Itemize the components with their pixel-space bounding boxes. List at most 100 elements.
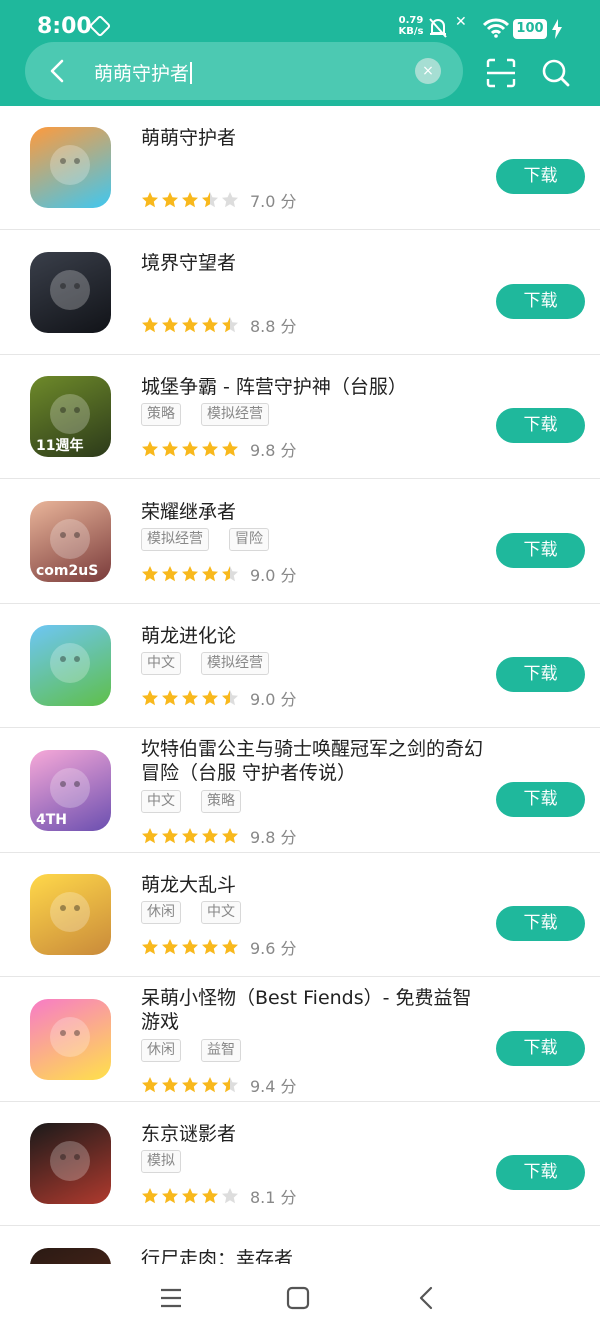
rating-stars bbox=[141, 938, 239, 956]
star-icon bbox=[162, 441, 178, 457]
list-item[interactable]: 行尸走肉：幸存者 bbox=[0, 1227, 600, 1265]
app-icon[interactable] bbox=[30, 874, 111, 955]
search-input[interactable]: 萌萌守护者 bbox=[94, 59, 193, 86]
star-icon bbox=[182, 565, 198, 581]
app-title[interactable]: 行尸走肉：幸存者 bbox=[141, 1247, 486, 1265]
app-title[interactable]: 坎特伯雷公主与骑士唤醒冠军之剑的奇幻冒险（台服 守护者传说） bbox=[141, 737, 486, 785]
app-icon[interactable] bbox=[30, 251, 111, 333]
category-tag[interactable]: 休闲 bbox=[141, 901, 181, 924]
category-tag[interactable]: 益智 bbox=[201, 1038, 241, 1062]
star-icon bbox=[222, 316, 238, 332]
category-tag[interactable]: 策略 bbox=[201, 789, 241, 813]
list-item[interactable]: 东京谜影者模拟 8.1 分 下载 bbox=[0, 1102, 600, 1226]
app-title[interactable]: 城堡争霸 - 阵营守护神（台服） bbox=[141, 375, 486, 399]
home-icon[interactable] bbox=[286, 1286, 310, 1310]
rating-stars bbox=[141, 1187, 239, 1205]
text-caret bbox=[190, 62, 193, 84]
star-icon bbox=[202, 316, 218, 332]
app-icon[interactable] bbox=[30, 625, 111, 706]
star-icon bbox=[162, 939, 178, 955]
category-tag[interactable]: 策略 bbox=[141, 403, 181, 426]
app-icon[interactable] bbox=[30, 1123, 111, 1204]
app-artwork bbox=[30, 1248, 111, 1265]
search-bar[interactable]: 萌萌守护者 × bbox=[25, 42, 463, 100]
download-button[interactable]: 下载 bbox=[496, 159, 585, 194]
app-title[interactable]: 萌萌守护者 bbox=[141, 126, 486, 150]
clear-icon[interactable]: × bbox=[415, 58, 441, 84]
nav-back-icon[interactable] bbox=[415, 1286, 439, 1310]
download-button[interactable]: 下载 bbox=[496, 283, 585, 319]
star-icon bbox=[202, 827, 218, 843]
category-tag[interactable]: 模拟经营 bbox=[141, 527, 209, 551]
star-icon bbox=[222, 1076, 238, 1092]
star-icon bbox=[222, 939, 238, 955]
app-title[interactable]: 东京谜影者 bbox=[141, 1122, 486, 1146]
download-button[interactable]: 下载 bbox=[496, 1155, 585, 1190]
list-item[interactable]: 境界守望者 8.8 分 下载 bbox=[0, 231, 600, 355]
download-button[interactable]: 下载 bbox=[496, 906, 585, 941]
category-tag[interactable]: 冒险 bbox=[229, 527, 269, 551]
menu-icon[interactable] bbox=[159, 1286, 183, 1310]
search-icon[interactable] bbox=[541, 58, 571, 88]
app-title[interactable]: 荣耀继承者 bbox=[141, 500, 486, 524]
rating-stars bbox=[141, 827, 239, 845]
list-item[interactable]: 萌龙大乱斗 休闲 中文 9.6 分 下载 bbox=[0, 853, 600, 977]
list-item[interactable]: 11週年 城堡争霸 - 阵营守护神（台服） 策略 模拟经营 9.8 分 下载 bbox=[0, 355, 600, 479]
app-title[interactable]: 呆萌小怪物（Best Fiends）- 免费益智游戏 bbox=[141, 986, 486, 1034]
app-artwork bbox=[50, 269, 90, 310]
icon-badge-text: 4TH bbox=[36, 812, 67, 828]
result-list[interactable]: 萌萌守护者 7.0 分下载 境界守望者 8.8 分下载 11週年 城堡争霸 - 阵营守护神… bbox=[0, 106, 600, 1264]
header: 8:00 0.79 KB/s ✕ 100 萌萌守护者 × bbox=[0, 0, 600, 106]
app-artwork bbox=[50, 145, 90, 185]
star-icon bbox=[182, 441, 198, 457]
star-icon bbox=[202, 939, 218, 955]
rating-stars bbox=[141, 1076, 239, 1094]
app-title[interactable]: 境界守望者 bbox=[141, 251, 486, 275]
star-icon bbox=[162, 690, 178, 706]
list-item[interactable]: 萌萌守护者 7.0 分 下载 bbox=[0, 106, 600, 230]
icon-badge-text: 11週年 bbox=[36, 437, 83, 454]
rating-stars bbox=[141, 440, 239, 458]
app-icon[interactable] bbox=[30, 127, 111, 208]
tag-list: 休闲 益智 bbox=[141, 1038, 241, 1062]
app-title[interactable]: 萌龙大乱斗 bbox=[141, 873, 486, 897]
star-icon bbox=[162, 1188, 178, 1204]
category-tag[interactable]: 中文 bbox=[141, 652, 181, 675]
back-icon[interactable] bbox=[43, 56, 73, 86]
app-icon[interactable]: com2uS bbox=[30, 500, 111, 582]
category-tag[interactable]: 中文 bbox=[141, 789, 181, 813]
star-icon bbox=[142, 827, 158, 843]
app-title[interactable]: 萌龙进化论 bbox=[141, 624, 486, 648]
rating: 8.1 分 bbox=[141, 1184, 297, 1208]
rating-stars bbox=[141, 565, 239, 583]
star-icon bbox=[142, 441, 158, 457]
download-button[interactable]: 下载 bbox=[496, 781, 585, 817]
category-tag[interactable]: 模拟经营 bbox=[201, 652, 269, 675]
category-tag[interactable]: 模拟 bbox=[141, 1150, 181, 1173]
download-button[interactable]: 下载 bbox=[496, 532, 585, 568]
download-button[interactable]: 下载 bbox=[496, 1030, 585, 1066]
scan-icon[interactable] bbox=[486, 58, 516, 88]
list-item[interactable]: 呆萌小怪物（Best Fiends）- 免费益智游戏 休闲 益智 9.4 分 下载 bbox=[0, 978, 600, 1102]
star-icon bbox=[142, 192, 158, 208]
app-icon[interactable]: 11週年 bbox=[30, 376, 111, 457]
list-item[interactable]: com2uS 荣耀继承者 模拟经营 冒险 9.0 分 下载 bbox=[0, 480, 600, 604]
star-icon bbox=[142, 939, 158, 955]
list-item[interactable]: 萌龙进化论 中文 模拟经营 9.0 分 下载 bbox=[0, 604, 600, 728]
star-icon bbox=[222, 690, 238, 706]
star-icon bbox=[182, 1076, 198, 1092]
category-tag[interactable]: 模拟经营 bbox=[201, 403, 269, 426]
star-icon bbox=[142, 690, 158, 706]
app-artwork: com2uS bbox=[36, 518, 98, 579]
app-icon[interactable]: 4TH bbox=[30, 749, 111, 831]
category-tag[interactable]: 中文 bbox=[201, 901, 241, 924]
list-item[interactable]: 4TH 坎特伯雷公主与骑士唤醒冠军之剑的奇幻冒险（台服 守护者传说） 中文 策略 9.8… bbox=[0, 729, 600, 853]
category-tag[interactable]: 休闲 bbox=[141, 1038, 181, 1062]
download-button[interactable]: 下载 bbox=[496, 408, 585, 443]
score-value: 7.0 分 bbox=[250, 192, 297, 211]
app-icon[interactable] bbox=[30, 1247, 111, 1265]
download-button[interactable]: 下载 bbox=[496, 657, 585, 692]
star-icon bbox=[142, 1076, 158, 1092]
app-icon[interactable] bbox=[30, 998, 111, 1080]
star-icon bbox=[182, 939, 198, 955]
